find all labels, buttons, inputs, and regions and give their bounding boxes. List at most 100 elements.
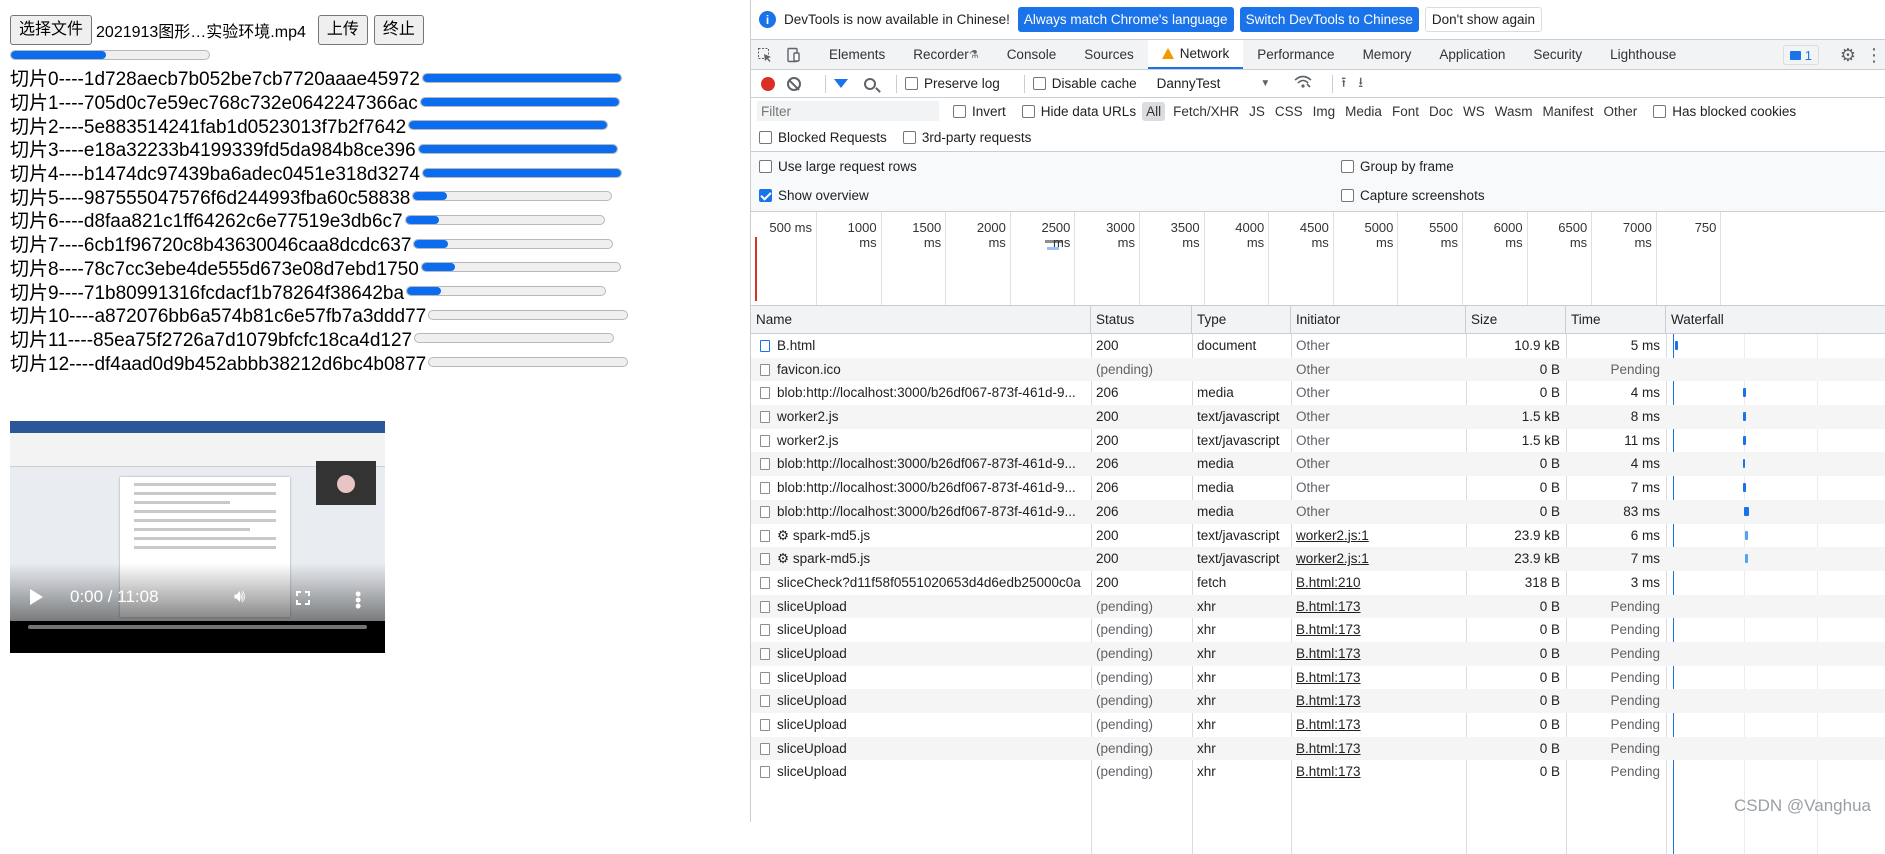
export-har-icon[interactable]: ⭳ [1358, 72, 1363, 96]
cell-initiator[interactable]: worker2.js:1 [1291, 547, 1466, 571]
column-header-initiator[interactable]: Initiator [1291, 306, 1466, 334]
tab-lighthouse[interactable]: Lighthouse [1596, 40, 1690, 69]
column-header-time[interactable]: Time [1566, 306, 1666, 334]
request-row[interactable]: sliceUpload (pending) xhr B.html:173 0 B Pend… [751, 641, 1885, 666]
column-header-status[interactable]: Status [1091, 306, 1192, 334]
column-header-type[interactable]: Type [1192, 306, 1291, 334]
play-icon[interactable] [30, 589, 43, 605]
request-row[interactable]: worker2.js 200 text/javascript Other 1.5 kB 8… [751, 405, 1885, 429]
always-match-language-button[interactable]: Always match Chrome's language [1017, 7, 1234, 32]
tab-recorder[interactable]: Recorder ⚗ [899, 40, 992, 69]
request-row[interactable]: blob:http://localhost:3000/b26df067-873f… [751, 452, 1885, 477]
video-seek-bar[interactable] [28, 625, 367, 629]
type-filter-all[interactable]: All [1142, 101, 1166, 121]
volume-icon[interactable]: 🔊︎ [234, 586, 245, 607]
throttling-select[interactable]: DannyTest ▼ [1157, 76, 1271, 91]
filter-icon[interactable] [834, 79, 848, 88]
request-row[interactable]: sliceUpload (pending) xhr B.html:173 0 B Pend… [751, 736, 1885, 761]
fullscreen-icon[interactable] [296, 591, 310, 605]
tab-memory[interactable]: Memory [1349, 40, 1426, 69]
cell-size: 0 B [1466, 476, 1566, 500]
request-row[interactable]: blob:http://localhost:3000/b26df067-873f… [751, 499, 1885, 524]
tab-performance[interactable]: Performance [1243, 40, 1348, 69]
column-header-waterfall[interactable]: Waterfall [1666, 306, 1885, 334]
tab-network[interactable]: Network [1147, 40, 1244, 69]
group-by-frame-checkbox[interactable]: Group by frame [1341, 159, 1454, 174]
dont-show-again-button[interactable]: Don't show again [1424, 7, 1543, 32]
cell-name: sliceUpload [751, 713, 1091, 737]
type-filter-fetchxhr[interactable]: Fetch/XHR [1173, 104, 1239, 119]
hide-data-urls-checkbox[interactable]: Hide data URLs [1021, 104, 1142, 119]
cell-initiator[interactable]: B.html:173 [1291, 595, 1466, 619]
issues-badge[interactable]: 1 [1782, 45, 1819, 65]
request-row[interactable]: ⚙ spark-md5.js 200 text/javascript worker2.… [751, 524, 1885, 548]
large-rows-checkbox[interactable]: Use large request rows [759, 159, 917, 174]
tab-application[interactable]: Application [1425, 40, 1519, 69]
invert-checkbox[interactable]: Invert [953, 104, 1022, 119]
request-row[interactable]: ⚙ spark-md5.js 200 text/javascript worker2.… [751, 547, 1885, 571]
cell-initiator[interactable]: B.html:173 [1291, 737, 1466, 761]
clear-icon[interactable] [787, 76, 801, 91]
tab-elements[interactable]: Elements [815, 40, 899, 69]
switch-to-chinese-button[interactable]: Switch DevTools to Chinese [1239, 7, 1419, 32]
import-har-icon[interactable]: ⭱ [1341, 72, 1346, 96]
request-row[interactable]: sliceUpload (pending) xhr B.html:173 0 B Pend… [751, 618, 1885, 642]
settings-gear-icon[interactable]: ⚙ [1833, 45, 1863, 66]
type-filter-ws[interactable]: WS [1463, 104, 1485, 119]
video-player[interactable]: 0:00 / 11:08 🔊︎ • • • [10, 421, 385, 653]
blocked-requests-checkbox[interactable]: Blocked Requests [759, 130, 903, 145]
type-filter-media[interactable]: Media [1345, 104, 1382, 119]
cell-initiator[interactable]: B.html:173 [1291, 689, 1466, 713]
tab-sources[interactable]: Sources [1070, 40, 1148, 69]
type-filter-wasm[interactable]: Wasm [1495, 104, 1533, 119]
request-row[interactable]: sliceCheck?d11f58f0551020653d4d6edb25000… [751, 571, 1885, 595]
type-filter-img[interactable]: Img [1313, 104, 1336, 119]
inspect-element-icon[interactable] [751, 40, 779, 69]
tab-security[interactable]: Security [1519, 40, 1596, 69]
request-row[interactable]: B.html 200 document Other 10.9 kB 5 ms [751, 334, 1885, 358]
cell-size: 0 B [1466, 713, 1566, 737]
has-blocked-cookies-checkbox[interactable]: Has blocked cookies [1653, 104, 1796, 119]
request-row[interactable]: sliceUpload (pending) xhr B.html:173 0 B Pend… [751, 594, 1885, 619]
type-filter-other[interactable]: Other [1604, 104, 1638, 119]
timeline-overview[interactable]: 500 ms 1000 ms 1500 ms 2000 ms 2500 ms 3000 m… [751, 212, 1885, 306]
column-header-name[interactable]: Name [751, 306, 1091, 334]
type-filter-doc[interactable]: Doc [1429, 104, 1453, 119]
type-filter-manifest[interactable]: Manifest [1542, 104, 1593, 119]
disable-cache-checkbox[interactable]: Disable cache [1032, 76, 1153, 91]
network-conditions-icon[interactable] [1294, 75, 1312, 92]
filter-input[interactable] [757, 101, 939, 121]
tab-console[interactable]: Console [993, 40, 1071, 69]
cell-initiator[interactable]: B.html:173 [1291, 642, 1466, 666]
choose-file-button[interactable]: 选择文件 [10, 15, 93, 45]
request-row[interactable]: sliceUpload (pending) xhr B.html:173 0 B Pend… [751, 689, 1885, 713]
device-toolbar-icon[interactable] [779, 40, 807, 69]
cell-initiator[interactable]: B.html:173 [1291, 713, 1466, 737]
show-overview-checkbox[interactable]: Show overview [759, 188, 869, 203]
request-row[interactable]: blob:http://localhost:3000/b26df067-873f… [751, 476, 1885, 500]
cell-initiator[interactable]: B.html:210 [1291, 571, 1466, 595]
request-row[interactable]: worker2.js 200 text/javascript Other 1.5 kB 1… [751, 429, 1885, 453]
more-menu-icon[interactable]: ⋮ [1863, 45, 1885, 66]
record-icon[interactable] [761, 76, 775, 91]
upload-button[interactable]: 上传 [317, 15, 368, 45]
cell-initiator[interactable]: B.html:173 [1291, 618, 1466, 642]
request-row[interactable]: sliceUpload (pending) xhr B.html:173 0 B Pend… [751, 713, 1885, 737]
third-party-checkbox[interactable]: 3rd-party requests [902, 130, 1031, 145]
type-filter-css[interactable]: CSS [1275, 104, 1303, 119]
capture-screenshots-checkbox[interactable]: Capture screenshots [1341, 188, 1485, 203]
column-header-size[interactable]: Size [1466, 306, 1566, 334]
more-options-icon[interactable]: • • • [355, 585, 361, 615]
cell-initiator[interactable]: B.html:173 [1291, 760, 1466, 784]
request-row[interactable]: favicon.ico (pending) Other 0 B Pending [751, 357, 1885, 382]
request-row[interactable]: blob:http://localhost:3000/b26df067-873f… [751, 381, 1885, 405]
type-filter-font[interactable]: Font [1392, 104, 1419, 119]
request-row[interactable]: sliceUpload (pending) xhr B.html:173 0 B Pend… [751, 760, 1885, 784]
request-row[interactable]: sliceUpload (pending) xhr B.html:173 0 B Pend… [751, 666, 1885, 690]
type-filter-js[interactable]: JS [1249, 104, 1265, 119]
search-icon[interactable] [864, 77, 876, 90]
cell-initiator[interactable]: B.html:173 [1291, 666, 1466, 690]
stop-button[interactable]: 终止 [373, 15, 424, 45]
cell-initiator[interactable]: worker2.js:1 [1291, 524, 1466, 548]
preserve-log-checkbox[interactable]: Preserve log [905, 76, 1016, 91]
